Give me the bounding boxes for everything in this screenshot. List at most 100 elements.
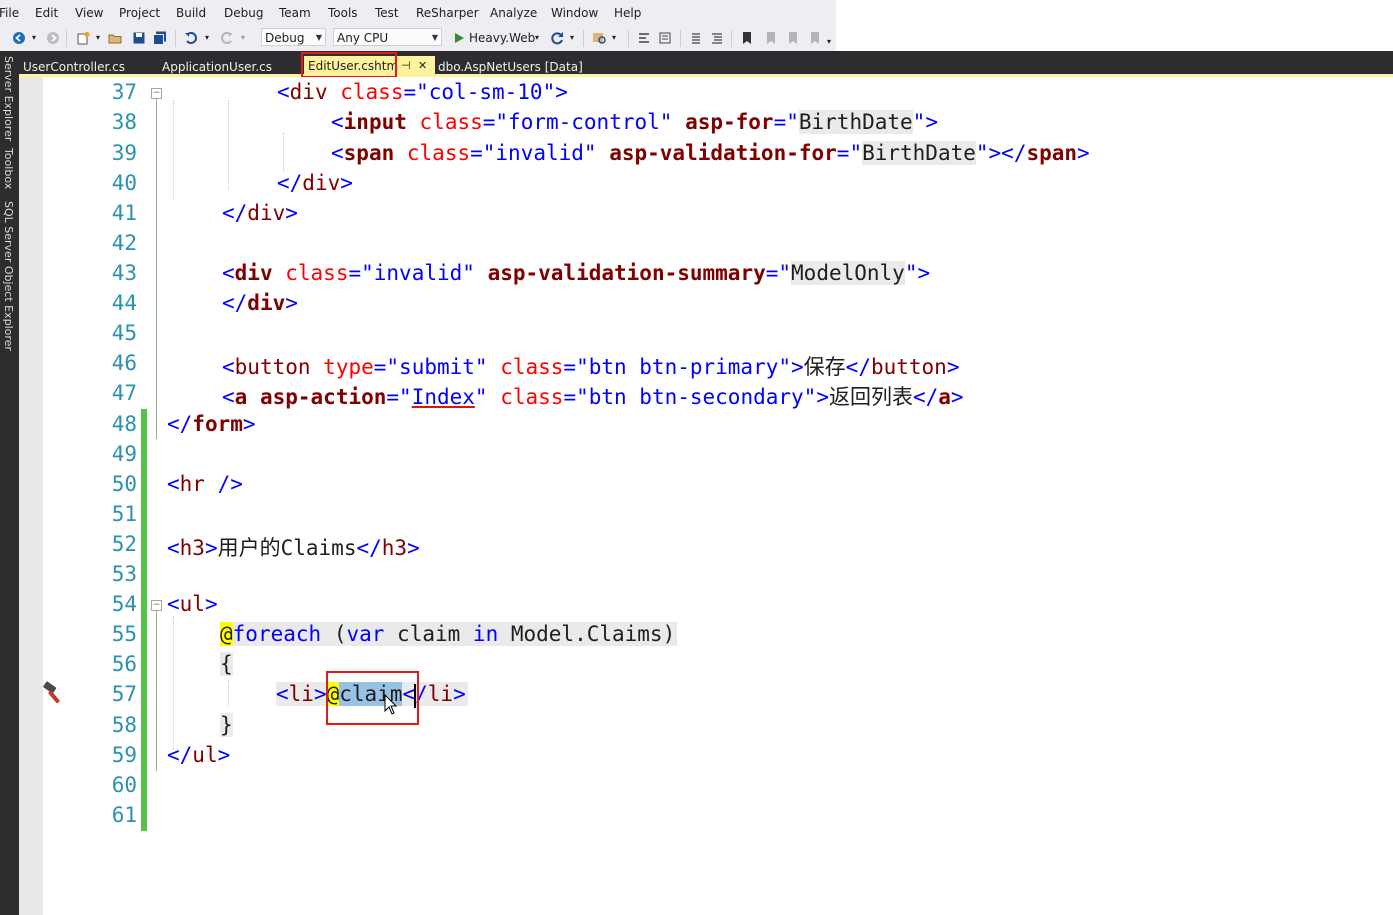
line-number: 41: [111, 201, 137, 225]
platform-value: Any CPU: [337, 31, 389, 45]
indicator-margin: [19, 77, 43, 915]
code-line-58: }: [220, 713, 233, 737]
tag-name: ul: [179, 592, 205, 616]
line-number: 44: [111, 291, 137, 315]
code-line-41: </div>: [222, 201, 298, 225]
attr-value: invalid: [495, 141, 584, 165]
tag-name: a: [938, 385, 951, 409]
menu-edit[interactable]: Edit: [35, 6, 58, 20]
new-project-dropdown-icon[interactable]: ▾: [96, 30, 100, 46]
tag-open: </: [167, 743, 193, 767]
highlight-box-code: [326, 671, 419, 725]
bookmark-icon[interactable]: [740, 31, 754, 45]
refresh-icon[interactable]: [550, 31, 564, 45]
tag-name: h3: [381, 536, 408, 560]
menu-project[interactable]: Project: [119, 6, 160, 20]
line-number: 52: [111, 532, 137, 556]
previous-bookmark-icon[interactable]: [764, 31, 778, 45]
redo-dropdown-icon[interactable]: ▾: [241, 30, 245, 46]
redo-icon[interactable]: [220, 31, 234, 45]
undo-dropdown-icon[interactable]: ▾: [205, 30, 209, 46]
back-arrow-icon[interactable]: [12, 31, 26, 45]
punct: >: [950, 385, 964, 409]
new-project-icon[interactable]: [76, 31, 90, 45]
menu-analyze[interactable]: Analyze: [490, 6, 537, 20]
open-folder-icon[interactable]: [108, 31, 122, 45]
menu-view[interactable]: View: [75, 6, 103, 20]
punct: =": [563, 355, 589, 379]
brace: }: [220, 713, 233, 737]
tag-name: hr: [179, 472, 205, 496]
play-icon[interactable]: [452, 31, 466, 45]
tag-open: <: [331, 110, 344, 134]
clear-bookmarks-icon[interactable]: [808, 31, 822, 45]
toolbar-separator: [628, 30, 629, 47]
punct: ">: [912, 110, 938, 134]
step-over-icon[interactable]: [658, 31, 672, 45]
menu-debug[interactable]: Debug: [224, 6, 263, 20]
code-line-59: </ul>: [167, 743, 230, 767]
chevron-down-icon: ▼: [431, 33, 438, 42]
server-explorer-tab[interactable]: Server Explorer: [2, 56, 15, 141]
keyword: foreach: [232, 622, 322, 646]
punct: ": [659, 110, 686, 134]
menu-help[interactable]: Help: [614, 6, 641, 20]
close-icon[interactable]: ✕: [418, 56, 427, 76]
attr-name: class: [340, 80, 404, 104]
keyword: var: [346, 622, 385, 646]
tag-open: </: [356, 536, 382, 560]
punct: >: [313, 682, 327, 706]
tag-name: input: [343, 110, 407, 134]
solution-configuration-select[interactable]: Debug ▼: [261, 28, 326, 46]
run-target-dropdown-icon[interactable]: ▾: [535, 30, 539, 46]
find-in-files-icon[interactable]: [592, 31, 606, 45]
attr-value: col-sm-10: [428, 80, 543, 104]
menu-test[interactable]: Test: [375, 6, 399, 20]
attr-value: form-control: [508, 110, 660, 134]
tag-name: h3: [179, 536, 205, 560]
menu-build[interactable]: Build: [176, 6, 206, 20]
step-into-icon[interactable]: [637, 31, 651, 45]
punct: =": [373, 355, 400, 379]
tag-name: form: [192, 412, 243, 436]
save-all-icon[interactable]: [153, 31, 167, 45]
punct: ">: [803, 385, 829, 409]
forward-arrow-icon[interactable]: [46, 31, 60, 45]
menu-tools[interactable]: Tools: [328, 6, 358, 20]
collapse-icon[interactable]: −: [151, 600, 162, 611]
menu-resharper[interactable]: ReSharper: [416, 6, 479, 20]
punct: =": [563, 385, 589, 409]
sql-server-object-explorer-tab[interactable]: SQL Server Object Explorer: [2, 201, 15, 351]
solution-platform-select[interactable]: Any CPU ▼: [333, 28, 442, 46]
back-dropdown-icon[interactable]: ▾: [32, 30, 36, 46]
menu-file[interactable]: File: [0, 6, 19, 20]
collapse-icon[interactable]: −: [151, 88, 162, 99]
punct: >: [453, 682, 466, 706]
save-icon[interactable]: [132, 31, 146, 45]
tag-name: span: [343, 141, 395, 165]
undo-icon[interactable]: [184, 31, 198, 45]
next-bookmark-icon[interactable]: [786, 31, 800, 45]
attr-value: btn btn-primary: [588, 355, 779, 379]
indent-guide: [173, 616, 174, 750]
punct: >: [285, 291, 298, 315]
pin-icon[interactable]: ⊣: [401, 56, 411, 76]
model-expression: BirthDate: [862, 141, 976, 165]
start-debugging-button[interactable]: Heavy.Web: [469, 30, 535, 46]
tag-name: span: [1026, 141, 1078, 165]
hammer-icon[interactable]: [41, 681, 67, 705]
toolbox-tab[interactable]: Toolbox: [2, 148, 15, 189]
overflow-dropdown-icon[interactable]: ▾: [612, 30, 616, 46]
tag-open: </: [222, 201, 248, 225]
uncomment-lines-icon[interactable]: [710, 31, 724, 45]
code-line-50: <hr />: [167, 472, 243, 496]
punct: >: [204, 536, 218, 560]
toolbar-overflow-icon[interactable]: ▾: [827, 34, 831, 50]
comment-lines-icon[interactable]: [688, 31, 702, 45]
razor-transition: @: [220, 622, 233, 646]
refresh-dropdown-icon[interactable]: ▾: [570, 30, 574, 46]
punct: >: [285, 201, 298, 225]
menu-window[interactable]: Window: [551, 6, 598, 20]
menu-team[interactable]: Team: [279, 6, 311, 20]
